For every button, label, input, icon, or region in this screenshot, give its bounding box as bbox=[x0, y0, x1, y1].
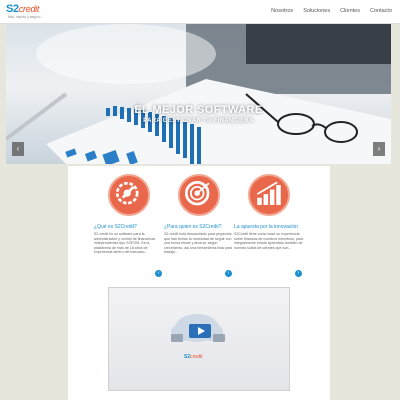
promo-logo: S2credit bbox=[184, 354, 202, 360]
feature-text: S2Credit tiene como base su experiencia … bbox=[234, 232, 304, 250]
light-glare bbox=[36, 24, 216, 84]
feature-title[interactable]: ¿Para quien es S2Credit? bbox=[164, 224, 234, 230]
hero-slider: EL MEJOR SOFTWARE PARA GESTIONAR TU FINA… bbox=[6, 24, 391, 164]
promo-logo-accent: credit bbox=[190, 354, 203, 360]
gear-wrench-glyph bbox=[115, 181, 139, 205]
growth-chart-icon bbox=[248, 174, 290, 216]
feature-que-es: ¿Qué es S2Credit? S2 credit es un softwa… bbox=[94, 174, 164, 277]
feature-para-quien: ¿Para quien es S2Credit? S2 credit está … bbox=[164, 174, 234, 277]
feature-title[interactable]: La apuesta por la innovación bbox=[234, 224, 304, 230]
gear-wrench-icon bbox=[108, 174, 150, 216]
main-content: ¿Qué es S2Credit? S2 credit es un softwa… bbox=[68, 166, 330, 400]
read-more-button[interactable]: › bbox=[155, 270, 162, 277]
feature-text: S2 credit está desarrollado para proyect… bbox=[164, 232, 232, 255]
read-more-button[interactable]: › bbox=[225, 270, 232, 277]
logo-tagline: fácil, rápido y seguro... bbox=[8, 15, 44, 19]
feature-innovacion: La apuesta por la innovación S2Credit ti… bbox=[234, 174, 304, 277]
nav-item-contacto[interactable]: Contacto bbox=[370, 8, 392, 14]
logo-main-text: S2 bbox=[6, 3, 19, 15]
pen-shape bbox=[6, 92, 68, 141]
target-glyph bbox=[184, 180, 210, 206]
top-navbar: S2credit fácil, rápido y seguro... Nosot… bbox=[0, 0, 400, 24]
nav-item-nosotros[interactable]: Nosotros bbox=[271, 8, 293, 14]
feature-title[interactable]: ¿Qué es S2Credit? bbox=[94, 224, 164, 230]
suit-shape-dark bbox=[246, 24, 391, 64]
hero-image bbox=[6, 24, 391, 164]
read-more-button[interactable]: › bbox=[295, 270, 302, 277]
hero-title: EL MEJOR SOFTWARE bbox=[134, 104, 263, 116]
nav-item-soluciones[interactable]: Soluciones bbox=[303, 8, 330, 14]
slider-prev-button[interactable]: ‹ bbox=[12, 142, 24, 156]
main-nav: Nosotros Soluciones Clientes Contacto bbox=[271, 8, 392, 14]
nav-item-clientes[interactable]: Clientes bbox=[340, 8, 360, 14]
growth-chart-glyph bbox=[256, 181, 281, 205]
cloud-play-icon bbox=[171, 314, 225, 342]
slider-next-button[interactable]: › bbox=[373, 142, 385, 156]
brand-logo[interactable]: S2credit fácil, rápido y seguro... bbox=[6, 4, 43, 20]
hero-subtitle: PARA GESTIONAR TU FINANCIERA bbox=[143, 118, 254, 124]
logo-accent-text: credit bbox=[18, 4, 40, 14]
target-icon bbox=[178, 174, 220, 216]
logo-text: S2credit bbox=[6, 4, 43, 15]
feature-text: S2 credit es un software para la adminis… bbox=[94, 232, 156, 255]
promo-video[interactable]: S2credit bbox=[108, 287, 290, 391]
